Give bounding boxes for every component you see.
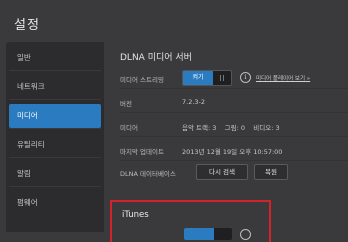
streaming-toggle[interactable]: 켜기 bbox=[182, 70, 232, 86]
streaming-label: 미디어 스트리밍 bbox=[120, 76, 164, 84]
last-update-row: 마지막 업데이트 2013년 12월 19일 오후 10:57:00 bbox=[120, 142, 342, 158]
divider bbox=[120, 160, 348, 161]
version-value: 7.2.3-2 bbox=[182, 98, 206, 106]
divider bbox=[9, 99, 101, 100]
media-row: 미디어 음악 트랙: 3 그림: 0 비디오: 3 bbox=[120, 118, 342, 134]
rescan-button[interactable]: 다시 검색 bbox=[196, 164, 248, 180]
view-media-players-link[interactable]: 미디어 플레이어 보기 » bbox=[256, 74, 310, 82]
info-icon[interactable]: i bbox=[240, 72, 251, 83]
streaming-row: 미디어 스트리밍 켜기 i 미디어 플레이어 보기 » bbox=[120, 70, 342, 86]
divider bbox=[120, 136, 348, 137]
sidebar-item-network[interactable]: 네트워크 bbox=[9, 75, 101, 99]
media-settings-panel: DLNA 미디어 서버 미디어 스트리밍 켜기 i 미디어 플레이어 보기 » … bbox=[110, 42, 348, 242]
database-label: DLNA 데이터베이스 bbox=[120, 170, 176, 178]
page-title: 설정 bbox=[14, 18, 40, 33]
itunes-highlight-box: iTunes bbox=[110, 200, 271, 242]
divider bbox=[120, 112, 348, 113]
info-icon[interactable] bbox=[240, 229, 251, 240]
sidebar-item-utilities[interactable]: 유틸리티 bbox=[9, 133, 101, 157]
sidebar-item-media[interactable]: 미디어 bbox=[9, 104, 101, 128]
dlna-section-title: DLNA 미디어 서버 bbox=[120, 53, 192, 63]
toggle-knob[interactable] bbox=[213, 71, 231, 85]
divider bbox=[9, 157, 101, 158]
media-label: 미디어 bbox=[120, 124, 138, 132]
toggle-on-fill bbox=[184, 228, 214, 240]
last-update-label: 마지막 업데이트 bbox=[120, 148, 164, 156]
sidebar-item-firmware[interactable]: 펌웨어 bbox=[9, 191, 101, 215]
sidebar: 일반 네트워크 미디어 유틸리티 알림 펌웨어 bbox=[6, 42, 104, 232]
toggle-on-label: 켜기 bbox=[183, 71, 213, 85]
media-counts: 음악 트랙: 3 그림: 0 비디오: 3 bbox=[182, 124, 280, 132]
sidebar-item-general[interactable]: 일반 bbox=[9, 46, 101, 70]
divider bbox=[9, 128, 101, 129]
toggle-knob[interactable] bbox=[214, 228, 232, 240]
version-row: 버전 7.2.3-2 bbox=[120, 94, 342, 110]
version-label: 버전 bbox=[120, 100, 132, 108]
restore-button[interactable]: 복원 bbox=[254, 164, 288, 180]
sidebar-item-notifications[interactable]: 알림 bbox=[9, 162, 101, 186]
database-row: DLNA 데이터베이스 다시 검색 복원 bbox=[120, 164, 342, 180]
itunes-toggle[interactable] bbox=[184, 228, 232, 240]
divider bbox=[120, 88, 348, 89]
last-update-value: 2013년 12월 19일 오후 10:57:00 bbox=[182, 148, 283, 156]
divider bbox=[9, 70, 101, 71]
divider bbox=[9, 186, 101, 187]
itunes-section-title: iTunes bbox=[122, 210, 149, 220]
